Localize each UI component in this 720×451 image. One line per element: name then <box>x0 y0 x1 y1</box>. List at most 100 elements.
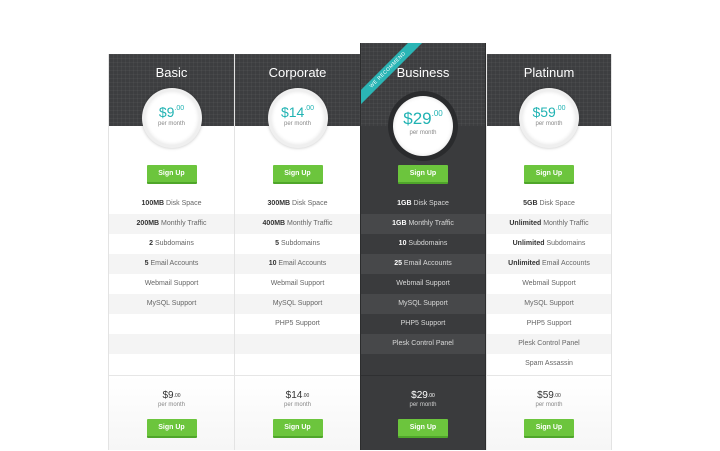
feature-row: Unlimited Subdomains <box>487 234 611 254</box>
price-cents: .00 <box>553 393 561 399</box>
feature-label: Monthly Traffic <box>285 220 333 227</box>
price-amount: 59 <box>542 390 554 401</box>
feature-row: 10 Email Accounts <box>235 254 360 274</box>
feature-row: 2 Subdomains <box>109 234 234 254</box>
feature-value: Unlimited <box>508 260 541 267</box>
feature-row: 5GB Disk Space <box>487 194 611 214</box>
feature-label: MySQL Support <box>398 300 448 307</box>
feature-row: Webmail Support <box>109 274 234 294</box>
feature-row: Unlimited Monthly Traffic <box>487 214 611 234</box>
feature-row: 1GB Monthly Traffic <box>361 214 485 234</box>
feature-label: Email Accounts <box>276 260 327 267</box>
plan-name: Basic <box>155 65 188 80</box>
price-period: per month <box>535 121 563 127</box>
feature-list: 5GB Disk Space Unlimited Monthly Traffic U… <box>487 194 611 374</box>
feature-list: 1GB Disk Space 1GB Monthly Traffic 10 Subd… <box>361 194 485 374</box>
feature-label: Disk Space <box>164 200 202 207</box>
currency: $ <box>280 104 289 120</box>
feature-row: MySQL Support <box>109 294 234 314</box>
feature-label: Webmail Support <box>270 280 325 287</box>
feature-label: Email Accounts <box>540 260 590 267</box>
feature-row: Webmail Support <box>361 274 485 294</box>
feature-row: 25 Email Accounts <box>361 254 485 274</box>
price: $14.00 <box>271 91 325 120</box>
signup-button-bottom[interactable]: Sign Up <box>398 419 448 438</box>
footer-price: $29.00 <box>361 376 485 402</box>
feature-row: MySQL Support <box>235 294 360 314</box>
signup-button-bottom[interactable]: Sign Up <box>524 419 574 438</box>
feature-label: PHP5 Support <box>526 320 572 327</box>
price-period: per month <box>283 121 311 127</box>
price: $59.00 <box>522 91 576 120</box>
signup-button-bottom[interactable]: Sign Up <box>272 419 323 438</box>
feature-row: PHP5 Support <box>235 314 360 334</box>
feature-label: MySQL Support <box>146 300 197 307</box>
feature-value: 25 <box>394 260 402 267</box>
feature-label: Monthly Traffic <box>159 220 207 227</box>
price-cents: .00 <box>304 105 315 112</box>
feature-label: MySQL Support <box>524 300 574 307</box>
feature-value: 400MB <box>262 220 286 227</box>
signup-button-top[interactable]: Sign Up <box>146 165 197 184</box>
feature-value: 200MB <box>136 220 160 227</box>
signup-button-top[interactable]: Sign Up <box>398 165 448 184</box>
feature-label: Webmail Support <box>396 280 450 287</box>
feature-label: Subdomains <box>279 240 320 247</box>
feature-label: Disk Space <box>537 200 575 207</box>
price-amount: 14 <box>288 104 305 120</box>
price: $9.00 <box>145 91 199 120</box>
feature-label: Monthly Traffic <box>541 220 589 227</box>
feature-row: PHP5 Support <box>487 314 611 334</box>
plan-name: Corporate <box>268 65 327 80</box>
recommend-ribbon: WE RECOMMEND <box>361 43 441 123</box>
feature-row: 1GB Disk Space <box>361 194 485 214</box>
feature-value: 1GB <box>397 200 412 207</box>
plan-column-platinum: Platinum $59.00 per month Sign Up 5GB Disk S… <box>486 54 612 450</box>
feature-value: 300MB <box>267 200 291 207</box>
price-period: per month <box>409 130 437 136</box>
footer-price: $14.00 <box>235 376 360 402</box>
price-cents: .00 <box>555 105 566 112</box>
footer-price: $9.00 <box>109 376 234 402</box>
feature-label: Email Accounts <box>148 260 199 267</box>
plan-footer: $9.00 per month Sign Up <box>109 375 234 450</box>
feature-label: Webmail Support <box>144 280 199 287</box>
signup-button-bottom[interactable]: Sign Up <box>146 419 197 438</box>
footer-price-period: per month <box>157 402 185 408</box>
feature-row: 400MB Monthly Traffic <box>235 214 360 234</box>
price-amount: 14 <box>291 390 303 401</box>
price-amount: 29 <box>416 390 428 401</box>
feature-value: 100MB <box>141 200 165 207</box>
plan-column-business: WE RECOMMEND Business $29.00 per month Sign … <box>360 43 486 450</box>
pricing-table: Basic $9.00 per month Sign Up 100MB Disk Spa… <box>108 43 613 450</box>
feature-label: Email Accounts <box>401 260 452 267</box>
price-cents: .00 <box>174 105 185 112</box>
feature-row: 100MB Disk Space <box>109 194 234 214</box>
feature-label: PHP5 Support <box>275 320 320 327</box>
feature-row <box>109 314 234 334</box>
footer-price-period: per month <box>535 402 563 408</box>
signup-button-top[interactable]: Sign Up <box>524 165 574 184</box>
feature-label: Subdomains <box>406 240 448 247</box>
price-badge: $59.00 per month <box>519 88 579 148</box>
signup-button-top[interactable]: Sign Up <box>272 165 323 184</box>
feature-label: Subdomains <box>153 240 194 247</box>
footer-price: $59.00 <box>487 376 611 402</box>
footer-price-period: per month <box>409 402 437 408</box>
price-cents: .00 <box>173 393 181 399</box>
plan-column-corporate: Corporate $14.00 per month Sign Up 300MB Dis… <box>234 54 360 450</box>
plan-name: Platinum <box>523 65 575 80</box>
price-badge: $14.00 per month <box>267 88 328 148</box>
feature-label: Spam Assassin <box>525 360 573 367</box>
feature-label: Plesk Control Panel <box>392 340 454 347</box>
feature-label: Plesk Control Panel <box>518 340 580 347</box>
price-amount: 59 <box>540 104 556 120</box>
feature-row: 5 Subdomains <box>235 234 360 254</box>
feature-list: 100MB Disk Space 200MB Monthly Traffic 2 S… <box>109 194 234 374</box>
feature-row <box>235 354 360 374</box>
feature-label: MySQL Support <box>272 300 323 307</box>
feature-label: Webmail Support <box>522 280 576 287</box>
plan-header: Platinum $59.00 per month <box>487 54 611 148</box>
plan-footer: $59.00 per month Sign Up <box>487 375 611 450</box>
feature-row: Unlimited Email Accounts <box>487 254 611 274</box>
